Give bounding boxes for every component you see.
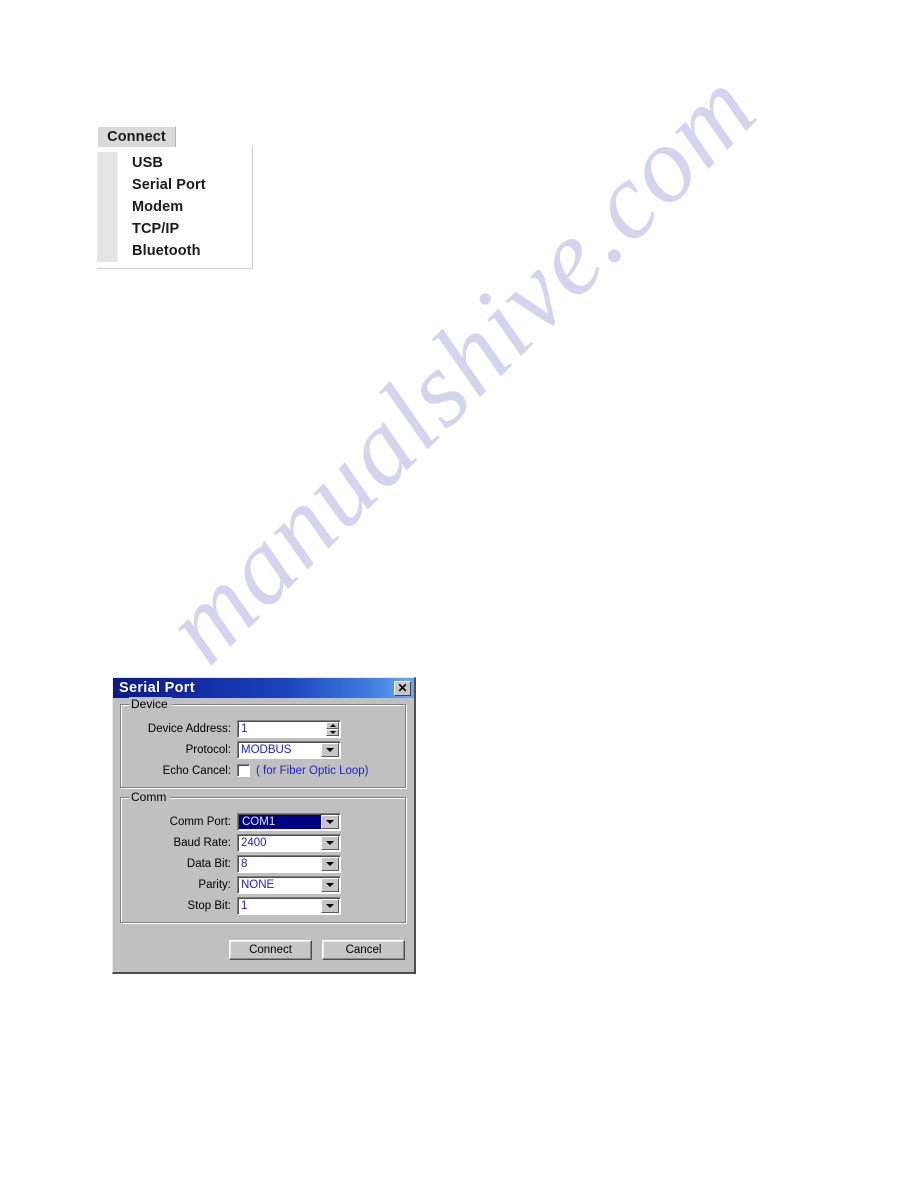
chevron-down-icon [326,882,334,887]
menu-item-bluetooth[interactable]: Bluetooth [132,240,252,262]
protocol-dropdown-button[interactable] [321,742,339,757]
menu-item-bluetooth-label: Bluetooth [132,243,201,259]
echo-cancel-label: Echo Cancel: [162,764,231,777]
chevron-up-icon [329,723,336,727]
comm-port-label: Comm Port: [169,815,231,828]
comm-groupbox: Comm Comm Port: COM1 Baud Rate: 2400 Dat… [120,790,407,924]
menu-item-list: USB Serial Port Modem TCP/IP Bluetooth [118,152,252,262]
connect-menu-popup: USB Serial Port Modem TCP/IP Bluetooth [97,146,253,269]
dialog-title: Serial Port [119,680,195,696]
menu-tab-connect-label: Connect [107,129,166,145]
protocol-value: MODBUS [241,743,292,756]
chevron-down-icon [326,861,334,866]
stop-bit-select[interactable]: 1 [237,896,341,915]
device-address-value: 1 [241,722,248,735]
data-bit-select[interactable]: 8 [237,854,341,873]
menu-item-serial-port[interactable]: Serial Port [132,174,252,196]
field-row-echo-cancel: Echo Cancel: ( for Fiber Optic Loop) [129,761,398,780]
field-row-data-bit: Data Bit: 8 [129,854,398,873]
data-bit-label: Data Bit: [186,857,231,870]
data-bit-value: 8 [241,857,248,870]
echo-cancel-checkbox[interactable] [237,764,250,777]
parity-dropdown-button[interactable] [321,877,339,892]
parity-select[interactable]: NONE [237,875,341,894]
connect-menu: Connect USB Serial Port Modem TCP/IP Blu… [97,126,253,269]
chevron-down-icon [326,840,334,845]
menu-item-modem-label: Modem [132,199,184,215]
close-icon: ✕ [397,681,408,695]
spinner-up-button[interactable] [326,721,339,729]
parity-value: NONE [241,878,275,891]
stop-bit-value: 1 [241,899,248,912]
field-row-stop-bit: Stop Bit: 1 [129,896,398,915]
menu-item-serial-port-label: Serial Port [132,177,206,193]
cancel-button[interactable]: Cancel [322,940,405,960]
field-row-device-address: Device Address: 1 [129,719,398,738]
field-row-comm-port: Comm Port: COM1 [129,812,398,831]
chevron-down-icon [326,819,334,824]
serial-port-dialog: Serial Port ✕ Device Device Address: 1 P… [112,677,416,974]
protocol-label: Protocol: [185,743,231,756]
comm-group-title: Comm [129,790,171,804]
chevron-down-icon [326,747,334,752]
dialog-body: Device Device Address: 1 Protocol: MODBU… [113,697,414,972]
menu-gutter [97,152,118,262]
device-address-spinner[interactable] [326,721,339,736]
chevron-down-icon [326,903,334,908]
protocol-select[interactable]: MODBUS [237,740,341,759]
connect-button[interactable]: Connect [229,940,312,960]
field-row-parity: Parity: NONE [129,875,398,894]
dialog-button-bar: Connect Cancel [120,932,407,966]
cancel-button-label: Cancel [345,944,382,956]
field-row-baud-rate: Baud Rate: 2400 [129,833,398,852]
baud-rate-label: Baud Rate: [173,836,231,849]
field-row-protocol: Protocol: MODBUS [129,740,398,759]
baud-rate-value: 2400 [241,836,267,849]
menu-item-tcpip-label: TCP/IP [132,221,180,237]
parity-label: Parity: [198,878,231,891]
close-button[interactable]: ✕ [394,680,411,696]
menu-tab-connect[interactable]: Connect [97,126,176,147]
stop-bit-dropdown-button[interactable] [321,898,339,913]
menu-item-modem[interactable]: Modem [132,196,252,218]
menu-item-usb-label: USB [132,155,163,171]
dialog-titlebar[interactable]: Serial Port ✕ [113,678,414,698]
device-groupbox: Device Device Address: 1 Protocol: MODBU… [120,697,407,789]
data-bit-dropdown-button[interactable] [321,856,339,871]
baud-rate-dropdown-button[interactable] [321,835,339,850]
device-address-label: Device Address: [147,722,231,735]
menu-item-tcpip[interactable]: TCP/IP [132,218,252,240]
device-address-stepper[interactable]: 1 [237,719,341,738]
stop-bit-label: Stop Bit: [187,899,231,912]
comm-port-dropdown-button[interactable] [321,814,339,829]
menu-item-usb[interactable]: USB [132,152,252,174]
device-group-title: Device [129,697,172,711]
echo-cancel-hint: ( for Fiber Optic Loop) [256,764,369,777]
comm-port-select[interactable]: COM1 [237,812,341,831]
chevron-down-icon [329,730,336,734]
spinner-down-button[interactable] [326,728,339,736]
connect-button-label: Connect [249,944,292,956]
comm-port-value: COM1 [239,814,321,829]
baud-rate-select[interactable]: 2400 [237,833,341,852]
